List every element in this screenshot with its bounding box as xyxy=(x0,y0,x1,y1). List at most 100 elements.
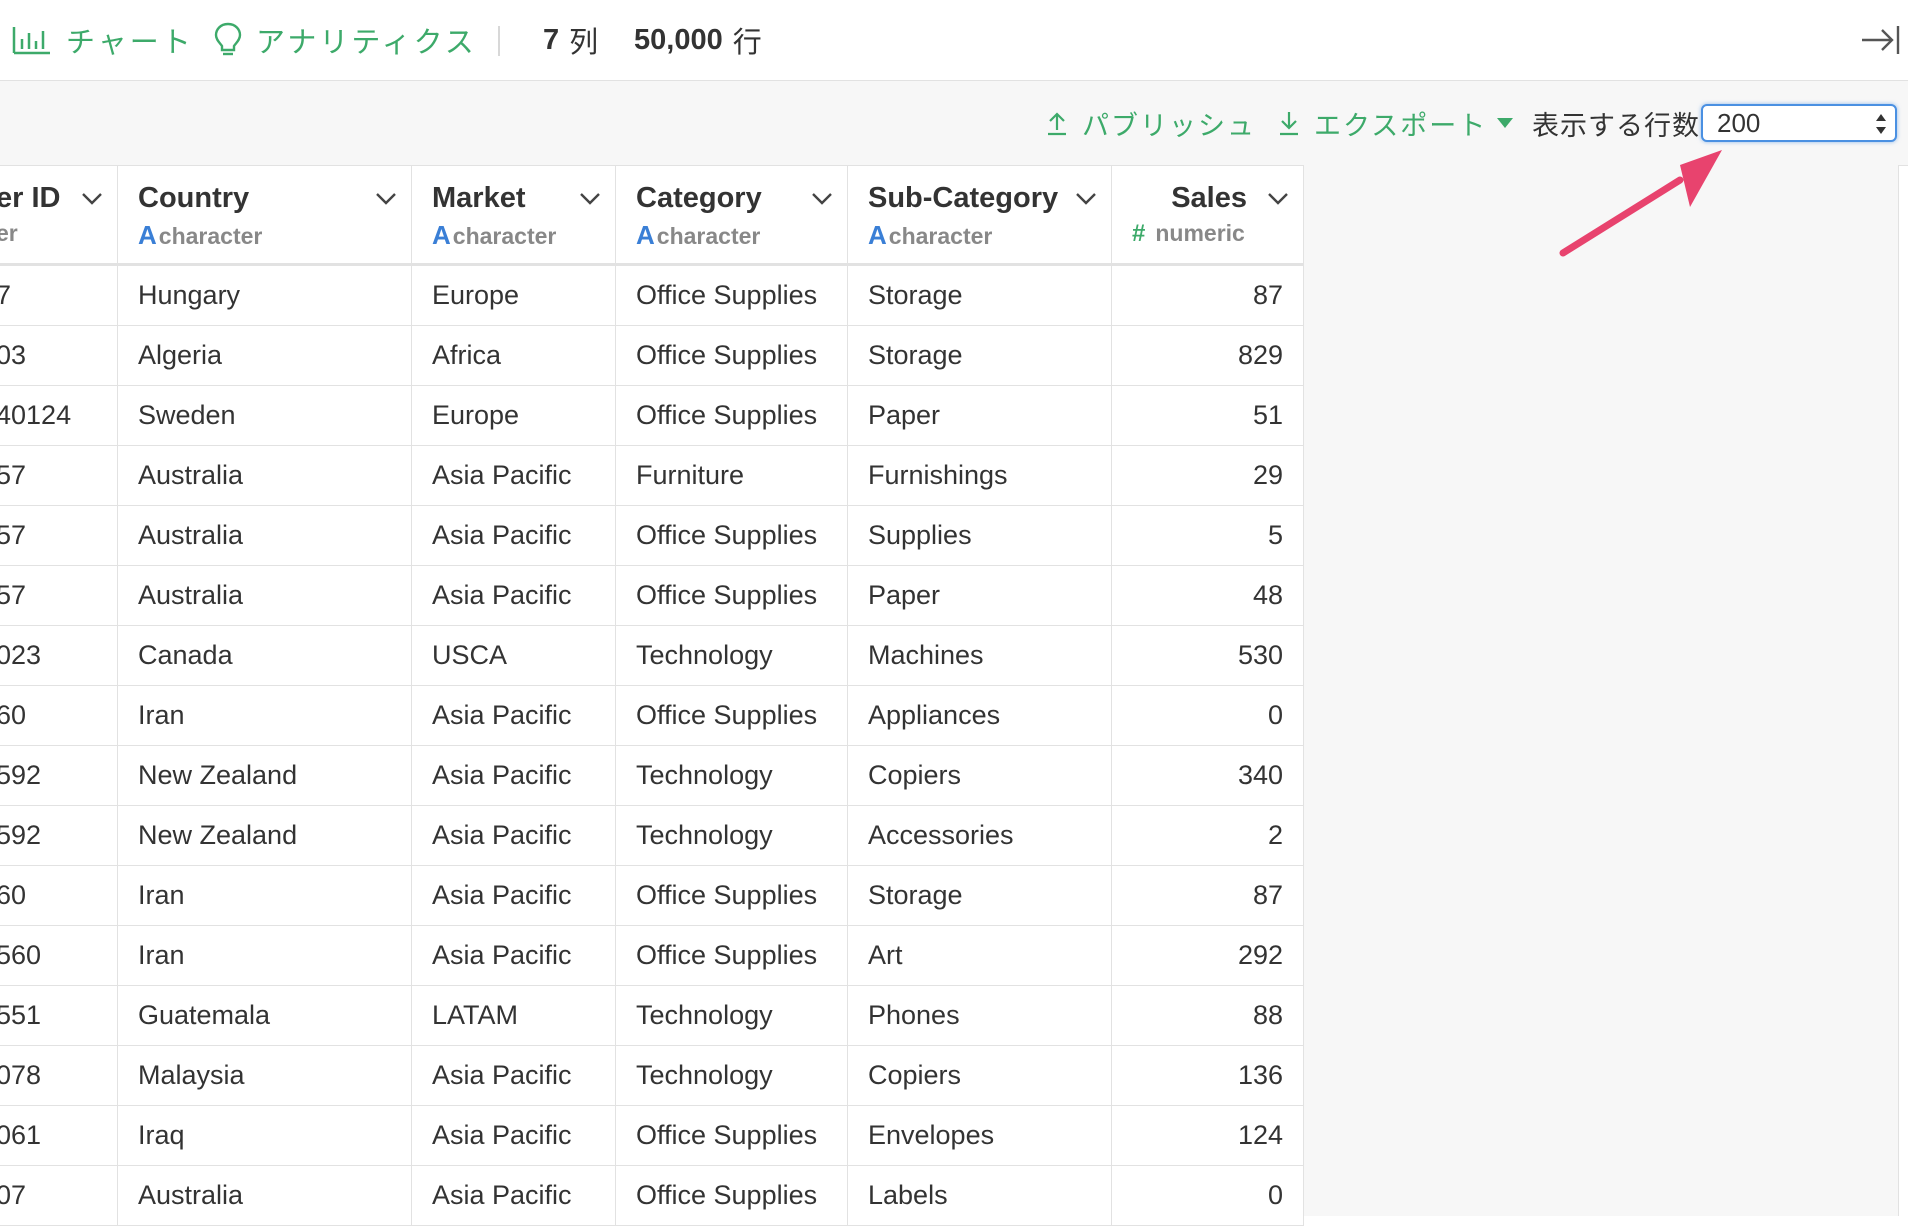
table-cell[interactable]: Iraq xyxy=(117,1105,412,1166)
table-cell[interactable]: Asia Pacific xyxy=(411,1165,616,1226)
table-cell[interactable]: Envelopes xyxy=(847,1105,1112,1166)
rows-display-select[interactable]: 200 xyxy=(1701,104,1897,142)
table-cell[interactable]: Technology xyxy=(615,1045,848,1106)
table-cell[interactable]: Appliances xyxy=(847,685,1112,746)
table-cell[interactable]: Asia Pacific xyxy=(411,1045,616,1106)
table-cell[interactable]: USCA xyxy=(411,625,616,686)
collapse-panel-button[interactable] xyxy=(1858,20,1902,60)
table-cell[interactable]: Office Supplies xyxy=(615,925,848,986)
column-header[interactable]: er ID er xyxy=(0,165,118,266)
table-cell[interactable]: 7 xyxy=(0,264,118,326)
table-cell[interactable]: 29 xyxy=(1111,445,1304,506)
table-cell[interactable]: 88 xyxy=(1111,985,1304,1046)
table-cell[interactable]: Paper xyxy=(847,565,1112,626)
table-cell[interactable]: 51 xyxy=(1111,385,1304,446)
table-cell[interactable]: Paper xyxy=(847,385,1112,446)
table-cell[interactable]: Australia xyxy=(117,565,412,626)
table-cell[interactable]: Storage xyxy=(847,325,1112,386)
table-cell[interactable]: Canada xyxy=(117,625,412,686)
table-cell[interactable]: Asia Pacific xyxy=(411,865,616,926)
chart-button[interactable]: チャート xyxy=(12,18,194,62)
column-header[interactable]: Market Acharacter xyxy=(411,165,616,266)
table-cell[interactable]: New Zealand xyxy=(117,805,412,866)
chevron-down-icon[interactable] xyxy=(81,192,103,206)
table-cell[interactable]: New Zealand xyxy=(117,745,412,806)
table-cell[interactable]: Copiers xyxy=(847,1045,1112,1106)
table-cell[interactable]: Accessories xyxy=(847,805,1112,866)
analytics-button[interactable]: アナリティクス xyxy=(214,18,477,62)
table-cell[interactable]: 136 xyxy=(1111,1045,1304,1106)
table-cell[interactable]: 57 xyxy=(0,445,118,506)
table-cell[interactable]: Europe xyxy=(411,385,616,446)
table-cell[interactable]: Asia Pacific xyxy=(411,445,616,506)
table-cell[interactable]: 2 xyxy=(1111,805,1304,866)
table-cell[interactable]: Asia Pacific xyxy=(411,1105,616,1166)
table-cell[interactable]: Australia xyxy=(117,505,412,566)
column-header[interactable]: Category Acharacter xyxy=(615,165,848,266)
table-cell[interactable]: 07 xyxy=(0,1165,118,1226)
chevron-down-icon[interactable] xyxy=(811,192,833,206)
table-cell[interactable]: 592 xyxy=(0,805,118,866)
table-cell[interactable]: 03 xyxy=(0,325,118,386)
table-cell[interactable]: Hungary xyxy=(117,264,412,326)
table-cell[interactable]: Iran xyxy=(117,925,412,986)
table-cell[interactable]: Technology xyxy=(615,625,848,686)
table-cell[interactable]: Office Supplies xyxy=(615,385,848,446)
publish-button[interactable]: パブリッシュ xyxy=(1046,103,1256,143)
table-cell[interactable]: 292 xyxy=(1111,925,1304,986)
table-cell[interactable]: 60 xyxy=(0,685,118,746)
table-cell[interactable]: 48 xyxy=(1111,565,1304,626)
table-cell[interactable]: 023 xyxy=(0,625,118,686)
table-cell[interactable]: Office Supplies xyxy=(615,865,848,926)
table-cell[interactable]: Malaysia xyxy=(117,1045,412,1106)
chevron-down-icon[interactable] xyxy=(579,192,601,206)
table-cell[interactable]: 60 xyxy=(0,865,118,926)
table-cell[interactable]: 87 xyxy=(1111,865,1304,926)
table-cell[interactable]: Furnishings xyxy=(847,445,1112,506)
table-cell[interactable]: Office Supplies xyxy=(615,1165,848,1226)
table-cell[interactable]: 560 xyxy=(0,925,118,986)
table-cell[interactable]: Technology xyxy=(615,985,848,1046)
table-cell[interactable]: Office Supplies xyxy=(615,565,848,626)
table-cell[interactable]: Iran xyxy=(117,865,412,926)
table-cell[interactable]: Labels xyxy=(847,1165,1112,1226)
table-cell[interactable]: Supplies xyxy=(847,505,1112,566)
table-cell[interactable]: Asia Pacific xyxy=(411,565,616,626)
table-cell[interactable]: 829 xyxy=(1111,325,1304,386)
table-cell[interactable]: Art xyxy=(847,925,1112,986)
table-cell[interactable]: Office Supplies xyxy=(615,1105,848,1166)
table-cell[interactable]: 340 xyxy=(1111,745,1304,806)
table-cell[interactable]: Office Supplies xyxy=(615,264,848,326)
column-header[interactable]: Country Acharacter xyxy=(117,165,412,266)
table-cell[interactable]: LATAM xyxy=(411,985,616,1046)
table-cell[interactable]: Copiers xyxy=(847,745,1112,806)
table-cell[interactable]: Algeria xyxy=(117,325,412,386)
table-cell[interactable]: 0 xyxy=(1111,1165,1304,1226)
table-cell[interactable]: Iran xyxy=(117,685,412,746)
table-cell[interactable]: Machines xyxy=(847,625,1112,686)
table-cell[interactable]: 061 xyxy=(0,1105,118,1166)
table-cell[interactable]: 0 xyxy=(1111,685,1304,746)
table-cell[interactable]: 57 xyxy=(0,505,118,566)
table-cell[interactable]: Technology xyxy=(615,745,848,806)
table-cell[interactable]: 592 xyxy=(0,745,118,806)
table-cell[interactable]: Phones xyxy=(847,985,1112,1046)
table-cell[interactable]: 530 xyxy=(1111,625,1304,686)
table-cell[interactable]: Asia Pacific xyxy=(411,505,616,566)
table-cell[interactable]: Office Supplies xyxy=(615,505,848,566)
table-cell[interactable]: Office Supplies xyxy=(615,685,848,746)
chevron-down-icon[interactable] xyxy=(1075,192,1097,206)
table-cell[interactable]: Australia xyxy=(117,1165,412,1226)
table-cell[interactable]: Asia Pacific xyxy=(411,685,616,746)
table-cell[interactable]: 078 xyxy=(0,1045,118,1106)
table-cell[interactable]: Technology xyxy=(615,805,848,866)
chevron-down-icon[interactable] xyxy=(375,192,397,206)
table-cell[interactable]: Storage xyxy=(847,264,1112,326)
table-cell[interactable]: 40124 xyxy=(0,385,118,446)
table-cell[interactable]: 87 xyxy=(1111,264,1304,326)
export-button[interactable]: エクスポート xyxy=(1278,103,1514,143)
chevron-down-icon[interactable] xyxy=(1267,192,1289,206)
table-cell[interactable]: Asia Pacific xyxy=(411,805,616,866)
column-header[interactable]: Sub-Category Acharacter xyxy=(847,165,1112,266)
table-cell[interactable]: 5 xyxy=(1111,505,1304,566)
